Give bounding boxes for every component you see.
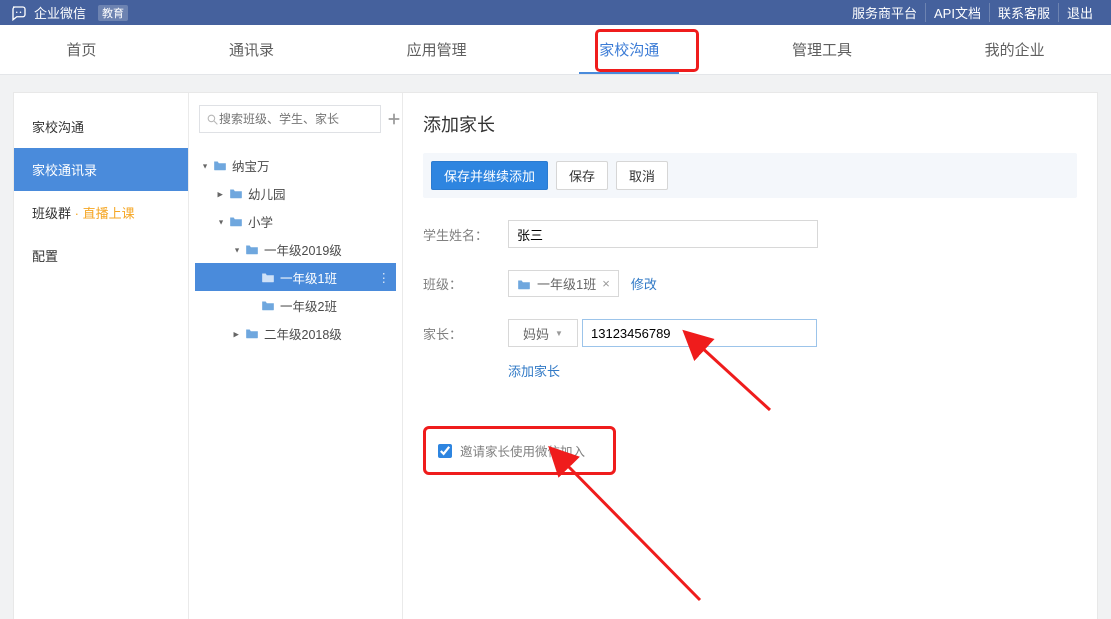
nav-tools[interactable]: 管理工具: [772, 25, 872, 74]
tree-caret-icon[interactable]: [202, 159, 211, 172]
tree: 纳宝万幼儿园小学一年级2019级一年级1班 ⋮ 一年级2班二年级2018级: [189, 145, 402, 347]
tree-caret-icon[interactable]: [218, 215, 227, 228]
label-student-name: 学生姓名：: [423, 225, 508, 244]
plus-icon: [387, 112, 401, 126]
row-parent: 家长： 妈妈 ▼: [423, 319, 1077, 347]
class-tag-label: 一年级1班: [537, 274, 596, 293]
tree-node[interactable]: 一年级2019级: [195, 235, 396, 263]
tree-node-label: 一年级1班: [280, 268, 337, 287]
sidebar-item-label: 班级群: [32, 206, 71, 221]
invite-label: 邀请家长使用微信加入: [460, 441, 585, 460]
tree-node-label: 纳宝万: [232, 156, 270, 175]
student-name-input[interactable]: [508, 220, 818, 248]
form-toolbar: 保存并继续添加 保存 取消: [423, 153, 1077, 198]
tree-node-label: 二年级2018级: [264, 324, 342, 343]
row-student-name: 学生姓名：: [423, 220, 1077, 248]
row-class: 班级： 一年级1班 × 修改: [423, 270, 1077, 297]
row-invite: 邀请家长使用微信加入: [423, 426, 1077, 475]
brand-badge: 教育: [98, 5, 128, 21]
sidebar-item-suffix: 直播上课: [83, 206, 135, 221]
form-title: 添加家长: [423, 111, 1077, 137]
class-tag: 一年级1班 ×: [508, 270, 619, 297]
topbar: 企业微信 教育 服务商平台 API文档 联系客服 退出: [0, 0, 1111, 25]
sidebar-item-config[interactable]: 配置: [14, 234, 188, 277]
nav-school-comm[interactable]: 家校沟通: [579, 25, 679, 74]
add-class-button[interactable]: [387, 109, 401, 129]
sidebar-item-home[interactable]: 家校沟通: [14, 105, 188, 148]
nav-my-enterprise[interactable]: 我的企业: [965, 25, 1065, 74]
label-class: 班级：: [423, 274, 508, 293]
tree-node[interactable]: 小学: [195, 207, 396, 235]
tree-node[interactable]: 一年级2班: [195, 291, 396, 319]
more-icon[interactable]: ⋮: [378, 270, 397, 285]
search-row: [189, 93, 402, 145]
link-support[interactable]: 联系客服: [989, 3, 1058, 22]
save-and-continue-button[interactable]: 保存并继续添加: [431, 161, 548, 190]
brand-name: 企业微信: [34, 3, 86, 22]
link-logout[interactable]: 退出: [1058, 3, 1101, 22]
dot-separator: ·: [75, 206, 83, 221]
remove-class-icon[interactable]: ×: [602, 276, 610, 291]
tree-panel: 纳宝万幼儿园小学一年级2019级一年级1班 ⋮ 一年级2班二年级2018级: [189, 93, 403, 619]
add-parent-link-row: 添加家长: [508, 361, 1077, 380]
topbar-links: 服务商平台 API文档 联系客服 退出: [844, 3, 1101, 22]
nav-apps[interactable]: 应用管理: [387, 25, 487, 74]
tree-node-label: 一年级2班: [280, 296, 337, 315]
sidebar-item-directory[interactable]: 家校通讯录: [14, 148, 188, 191]
label-parent: 家长：: [423, 324, 508, 343]
parent-relation-select[interactable]: 妈妈 ▼: [508, 319, 578, 347]
search-icon: [206, 113, 219, 126]
invite-highlight-annotation: 邀请家长使用微信加入: [423, 426, 616, 475]
select-value: 妈妈: [523, 324, 549, 343]
tree-caret-icon[interactable]: [234, 243, 243, 256]
modify-class-link[interactable]: 修改: [631, 274, 657, 293]
tree-node-label: 一年级2019级: [264, 240, 342, 259]
tree-caret-icon[interactable]: [218, 187, 227, 200]
search-input[interactable]: [219, 112, 374, 126]
folder-icon: [517, 278, 531, 290]
save-button[interactable]: 保存: [556, 161, 608, 190]
sidebar: 家校沟通 家校通讯录 班级群 · 直播上课 配置: [14, 93, 189, 619]
tree-node[interactable]: 二年级2018级: [195, 319, 396, 347]
tree-caret-icon[interactable]: [234, 327, 243, 340]
tree-node-label: 幼儿园: [248, 184, 286, 203]
nav-home[interactable]: 首页: [46, 25, 116, 74]
content-wrap: 家校沟通 家校通讯录 班级群 · 直播上课 配置 纳宝万幼儿园小学一年级2019…: [14, 93, 1097, 619]
cancel-button[interactable]: 取消: [616, 161, 668, 190]
parent-phone-input[interactable]: [582, 319, 817, 347]
search-box[interactable]: [199, 105, 381, 133]
nav-contacts[interactable]: 通讯录: [209, 25, 294, 74]
sidebar-item-class-group[interactable]: 班级群 · 直播上课: [14, 191, 188, 234]
tree-node-label: 小学: [248, 212, 273, 231]
main-nav: 首页 通讯录 应用管理 家校沟通 管理工具 我的企业: [0, 25, 1111, 75]
link-api-docs[interactable]: API文档: [925, 3, 989, 22]
invite-checkbox[interactable]: [438, 444, 452, 458]
tree-node[interactable]: 纳宝万: [195, 151, 396, 179]
tree-node[interactable]: 一年级1班 ⋮: [195, 263, 396, 291]
brand-logo: 企业微信 教育: [10, 3, 128, 22]
chat-bubble-icon: [10, 4, 28, 22]
chevron-down-icon: ▼: [555, 329, 563, 338]
add-parent-link[interactable]: 添加家长: [508, 364, 560, 379]
tree-node[interactable]: 幼儿园: [195, 179, 396, 207]
link-provider-platform[interactable]: 服务商平台: [844, 3, 925, 22]
main-area: 家校沟通 家校通讯录 班级群 · 直播上课 配置 纳宝万幼儿园小学一年级2019…: [0, 75, 1111, 619]
form-panel: 添加家长 保存并继续添加 保存 取消 学生姓名： 班级： 一年级1班 × 修改: [403, 93, 1097, 619]
